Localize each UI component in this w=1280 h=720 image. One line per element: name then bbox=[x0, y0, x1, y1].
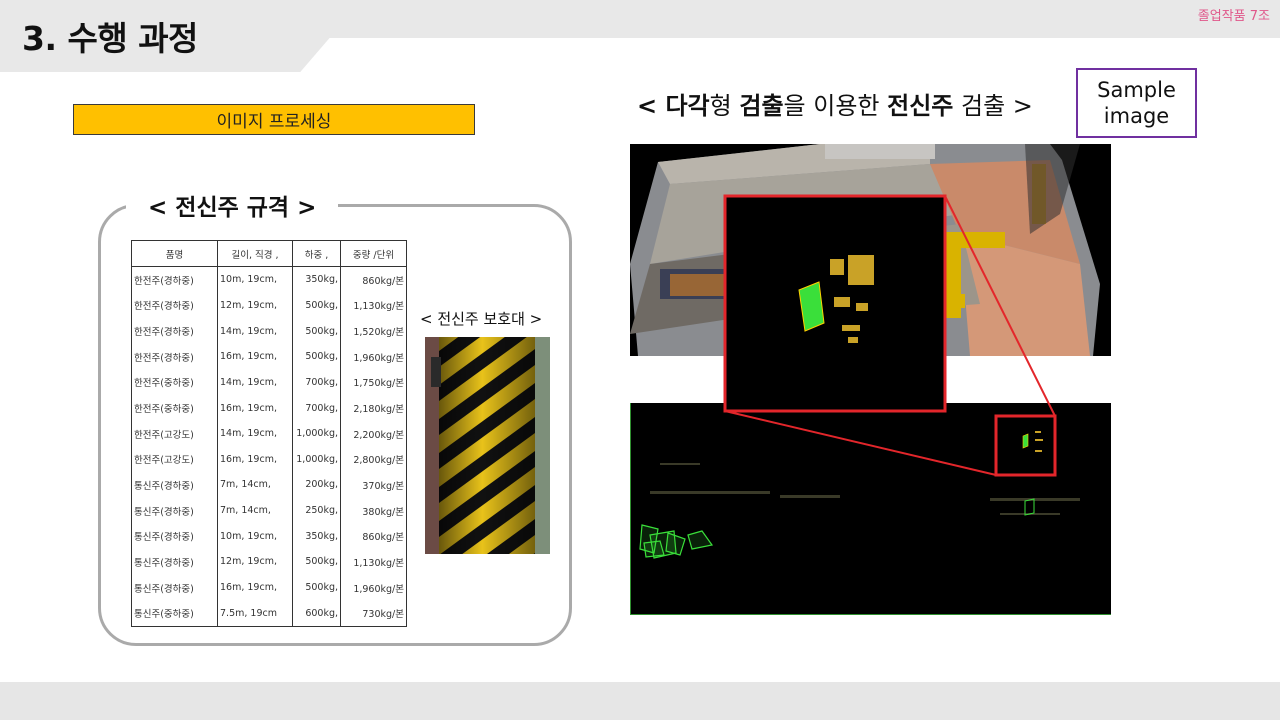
table-row: 한전주(고강도) 16m, 19cm, 1,000kg, 2,800kg/본 bbox=[131, 446, 407, 473]
pole-guard-photo bbox=[425, 337, 550, 554]
table-row: 한전주(경하중) 16m, 19cm, 500kg, 1,960kg/본 bbox=[131, 343, 407, 370]
cell-size: 7.5m, 19cm bbox=[217, 600, 293, 627]
cell-load: 700kg, bbox=[292, 395, 341, 421]
cell-name: 한전주(고강도) bbox=[131, 446, 218, 473]
cell-load: 350kg, bbox=[292, 523, 341, 550]
cell-load: 700kg, bbox=[292, 369, 341, 396]
table-row: 한전주(중하중) 16m, 19cm, 700kg, 2,180kg/본 bbox=[131, 395, 407, 421]
detection-title-part: 형 bbox=[709, 92, 740, 120]
detected-polygon bbox=[643, 540, 665, 558]
detection-title-part: 을 이용한 bbox=[783, 92, 888, 120]
cell-name: 한전주(중하중) bbox=[131, 395, 218, 421]
cell-load: 500kg, bbox=[292, 574, 341, 601]
cell-name: 통신주(경하중) bbox=[131, 472, 218, 498]
spec-heading: < 전신주 규격 > bbox=[126, 188, 339, 222]
cell-weight: 370kg/본 bbox=[362, 480, 404, 492]
spec-table-header: 품명 길이, 직경 , 하중 , 중량 /단위 bbox=[131, 240, 407, 267]
cell-size: 14m, 19cm, bbox=[217, 318, 293, 344]
cell-name: 한전주(중하중) bbox=[131, 369, 218, 396]
table-row: 한전주(경하중) 14m, 19cm, 500kg, 1,520kg/본 bbox=[131, 318, 407, 344]
zoomed-detection-image bbox=[724, 195, 946, 412]
cell-name: 한전주(경하중) bbox=[131, 343, 218, 370]
cell-size: 14m, 19cm, bbox=[217, 369, 293, 396]
cell-load: 500kg, bbox=[292, 549, 341, 575]
table-row: 한전주(중하중) 14m, 19cm, 700kg, 1,750kg/본 bbox=[131, 369, 407, 396]
column-header-name: 품명 bbox=[131, 240, 218, 267]
cell-name: 통신주(경하중) bbox=[131, 497, 218, 524]
cell-size: 16m, 19cm, bbox=[217, 343, 293, 370]
cell-weight: 1,520kg/본 bbox=[353, 327, 404, 339]
cell-load: 500kg, bbox=[292, 292, 341, 319]
cell-weight: 1,750kg/본 bbox=[353, 378, 404, 390]
column-header-load: 하중 , bbox=[292, 240, 341, 267]
page-title: 3. 수행 과정 bbox=[22, 19, 198, 58]
cell-weight: 860kg/본 bbox=[362, 532, 404, 544]
cell-name: 통신주(경하중) bbox=[131, 523, 218, 550]
table-row: 한전주(고강도) 14m, 19cm, 1,000kg, 2,200kg/본 bbox=[131, 420, 407, 447]
cell-weight: 730kg/본 bbox=[362, 609, 404, 621]
processed-detection-image bbox=[630, 403, 1111, 615]
column-header-weight: 중량 /단위 bbox=[340, 240, 407, 267]
spec-table: 품명 길이, 직경 , 하중 , 중량 /단위 한전주(경하중) 10m, 19c… bbox=[131, 240, 407, 627]
cell-load: 1,000kg, bbox=[292, 446, 341, 473]
cell-size: 10m, 19cm, bbox=[217, 523, 293, 550]
cell-load: 1,000kg, bbox=[292, 420, 341, 447]
cell-weight: 1,960kg/본 bbox=[353, 352, 404, 364]
sample-image-badge: Sample image bbox=[1076, 68, 1197, 138]
sample-label-line2: image bbox=[1103, 104, 1170, 128]
cell-name: 한전주(경하중) bbox=[131, 292, 218, 319]
cell-load: 200kg, bbox=[292, 472, 341, 498]
table-row: 통신주(경하중) 7m, 14cm, 250kg, 380kg/본 bbox=[131, 497, 407, 524]
detection-title-part: 검출 > bbox=[953, 92, 1033, 120]
table-row: 통신주(경하중) 16m, 19cm, 500kg, 1,960kg/본 bbox=[131, 574, 407, 601]
detection-title: < 다각형 검출을 이용한 전신주 검출 > bbox=[637, 86, 1033, 121]
cell-size: 16m, 19cm, bbox=[217, 446, 293, 473]
cell-name: 한전주(경하중) bbox=[131, 318, 218, 344]
cell-load: 500kg, bbox=[292, 343, 341, 370]
detection-title-part: 전신주 bbox=[887, 92, 954, 120]
cell-weight: 1,960kg/본 bbox=[353, 583, 404, 595]
cell-size: 16m, 19cm, bbox=[217, 395, 293, 421]
table-row: 통신주(중하중) 7.5m, 19cm 600kg, 730kg/본 bbox=[131, 600, 407, 627]
cell-size: 14m, 19cm, bbox=[217, 420, 293, 447]
cell-name: 통신주(경하중) bbox=[131, 549, 218, 575]
sample-label-line1: Sample bbox=[1097, 77, 1176, 102]
cell-weight: 2,200kg/본 bbox=[353, 429, 404, 441]
cell-load: 350kg, bbox=[292, 266, 341, 293]
section-label: 이미지 프로세싱 bbox=[73, 104, 475, 135]
detection-title-part: 검출 bbox=[739, 92, 784, 120]
corner-tag: 졸업작품 7조 bbox=[1197, 9, 1270, 24]
cell-name: 한전주(경하중) bbox=[131, 266, 218, 293]
cell-weight: 380kg/본 bbox=[362, 506, 404, 518]
cell-weight: 2,180kg/본 bbox=[353, 404, 404, 416]
cell-name: 한전주(고강도) bbox=[131, 420, 218, 447]
column-header-size: 길이, 직경 , bbox=[217, 240, 293, 267]
cell-load: 600kg, bbox=[292, 600, 341, 627]
cell-load: 500kg, bbox=[292, 318, 341, 344]
cell-size: 12m, 19cm, bbox=[217, 549, 293, 575]
detection-title-part: 다각 bbox=[665, 92, 710, 120]
cell-load: 250kg, bbox=[292, 497, 341, 524]
cell-size: 16m, 19cm, bbox=[217, 574, 293, 601]
cell-name: 통신주(중하중) bbox=[131, 600, 218, 627]
cell-weight: 1,130kg/본 bbox=[353, 301, 404, 313]
cell-weight: 1,130kg/본 bbox=[353, 557, 404, 569]
spec-table-body: 한전주(경하중) 10m, 19cm, 350kg, 860kg/본 한전주(경하중) 1… bbox=[131, 266, 407, 627]
cell-size: 10m, 19cm, bbox=[217, 266, 293, 293]
pole-guard-label: < 전신주 보호대 > bbox=[420, 310, 543, 328]
footer-band bbox=[0, 682, 1280, 720]
table-row: 한전주(경하중) 10m, 19cm, 350kg, 860kg/본 bbox=[131, 266, 407, 293]
cell-name: 통신주(경하중) bbox=[131, 574, 218, 601]
detection-title-part: < bbox=[637, 92, 666, 120]
cell-weight: 2,800kg/본 bbox=[353, 455, 404, 467]
table-row: 통신주(경하중) 7m, 14cm, 200kg, 370kg/본 bbox=[131, 472, 407, 498]
table-row: 한전주(경하중) 12m, 19cm, 500kg, 1,130kg/본 bbox=[131, 292, 407, 319]
cell-size: 7m, 14cm, bbox=[217, 497, 293, 524]
cell-size: 7m, 14cm, bbox=[217, 472, 293, 498]
table-row: 통신주(경하중) 10m, 19cm, 350kg, 860kg/본 bbox=[131, 523, 407, 550]
cell-size: 12m, 19cm, bbox=[217, 292, 293, 319]
table-row: 통신주(경하중) 12m, 19cm, 500kg, 1,130kg/본 bbox=[131, 549, 407, 575]
cell-weight: 860kg/본 bbox=[362, 275, 404, 287]
